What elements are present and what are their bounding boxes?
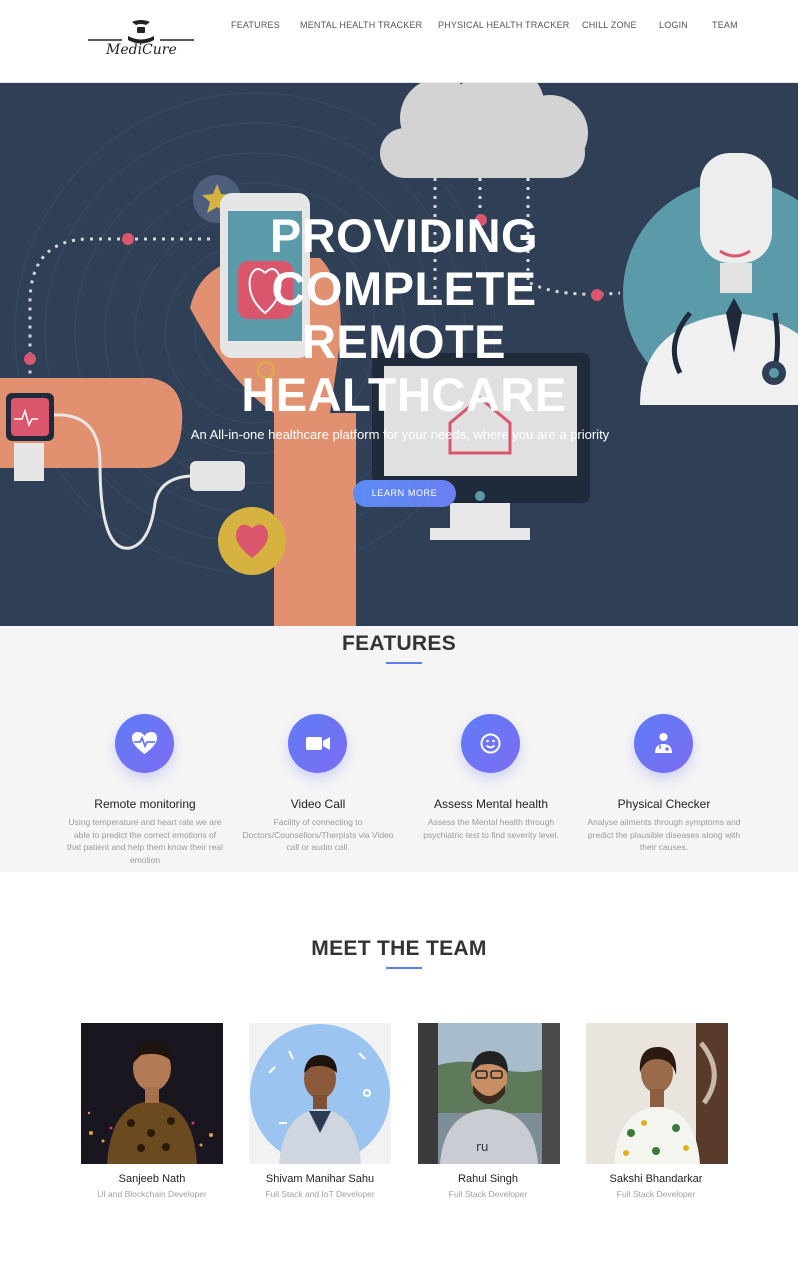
heartbeat-icon (115, 714, 174, 773)
member-photo-rahul-singh: ru (418, 1023, 560, 1164)
feature-title-physical-checker: Physical Checker (617, 797, 711, 811)
member-name-shivam-manihar-sahu: Shivam Manihar Sahu (265, 1173, 375, 1185)
nav-chill-zone[interactable]: CHILL ZONE (582, 20, 637, 30)
nav-team[interactable]: TEAM (712, 20, 738, 30)
feature-desc-remote-monitoring: Using temperature and heart rate we are … (67, 817, 223, 865)
hero-title-line-1: PROVIDING (269, 209, 539, 262)
team-section: MEET THE TEAM Sanjeeb Nath UI and Blockc… (0, 872, 798, 1280)
member-photo-sakshi-bhandarkar (586, 1023, 728, 1164)
brand-name: MediCure (106, 42, 177, 58)
hero-title-line-4: HEALTHCARE (241, 368, 567, 421)
member-role-sakshi-bhandarkar: Full Stack Developer (616, 1189, 696, 1199)
nav-features[interactable]: FEATURES (231, 20, 280, 30)
smiley-icon (461, 714, 520, 773)
feature-desc-assess-mental-health: Assess the Mental health through psychia… (423, 817, 559, 840)
member-photo-shivam-manihar-sahu (249, 1023, 391, 1164)
doctor-icon (634, 714, 693, 773)
member-name-sakshi-bhandarkar: Sakshi Bhandarkar (609, 1173, 703, 1185)
feature-title-assess-mental-health: Assess Mental health (433, 797, 549, 811)
learn-more-button[interactable]: LEARN MORE (353, 480, 456, 507)
feature-title-video-call: Video Call (290, 797, 346, 811)
svg-text:ru: ru (476, 1140, 489, 1154)
features-title-underline (386, 662, 422, 664)
hero-title-line-2: COMPLETE (271, 262, 537, 315)
member-photo-sanjeeb-nath (81, 1023, 223, 1164)
nav-physical-health-tracker[interactable]: PHYSICAL HEALTH TRACKER (438, 20, 569, 30)
feature-desc-physical-checker: Analyse ailments through symptoms and pr… (587, 817, 741, 853)
nav-mental-health-tracker[interactable]: MENTAL HEALTH TRACKER (300, 20, 422, 30)
member-role-rahul-singh: Full Stack Developer (448, 1189, 528, 1199)
member-role-sanjeeb-nath: UI and Blockchain Developer (97, 1189, 207, 1199)
nav-login[interactable]: LOGIN (659, 20, 688, 30)
team-title: MEET THE TEAM (311, 937, 487, 960)
features-title: FEATURES (341, 632, 456, 655)
member-role-shivam-manihar-sahu: Full Stack and IoT Developer (265, 1189, 375, 1199)
feature-title-remote-monitoring: Remote monitoring (94, 797, 196, 811)
team-title-underline (386, 967, 422, 969)
features-section: FEATURES Remote monitoring Using tempera… (0, 626, 798, 872)
hero-title-line-3: REMOTE (301, 315, 507, 368)
top-navbar: MediCure FEATURES MENTAL HEALTH TRACKER … (0, 0, 798, 83)
feature-desc-video-call: Facility of connecting to Doctors/Counse… (242, 817, 394, 853)
hero-subtitle: An All-in-one healthcare platform for yo… (190, 427, 610, 442)
member-name-sanjeeb-nath: Sanjeeb Nath (118, 1173, 186, 1185)
hero-section: PROVIDING COMPLETE REMOTE HEALTHCARE An … (0, 83, 798, 626)
hero-title: PROVIDING COMPLETE REMOTE HEALTHCARE (199, 209, 609, 421)
video-camera-icon (288, 714, 347, 773)
member-name-rahul-singh: Rahul Singh (458, 1173, 518, 1185)
